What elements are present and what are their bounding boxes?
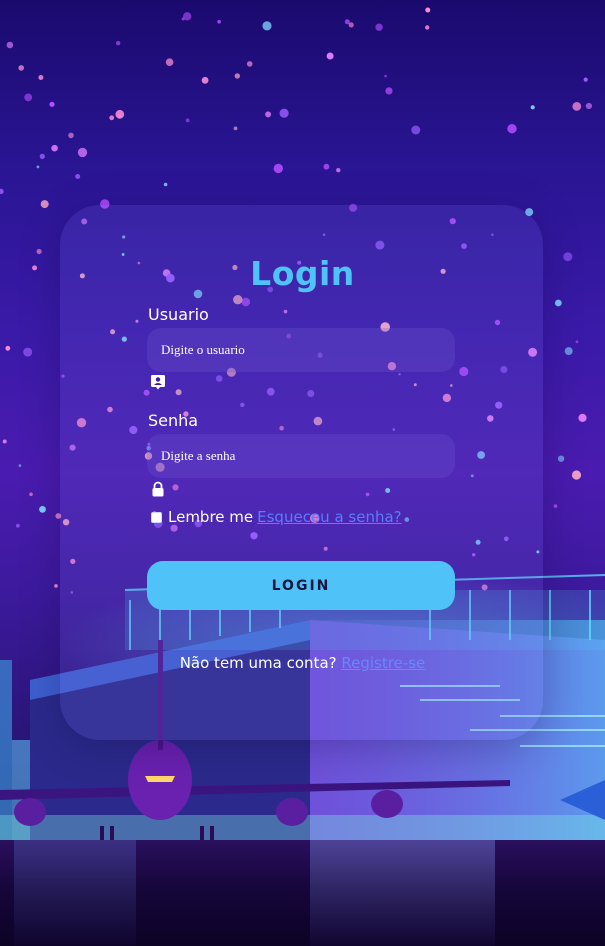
star — [185, 118, 190, 123]
star — [530, 105, 535, 110]
star — [77, 147, 88, 158]
star — [18, 464, 22, 467]
star — [23, 347, 33, 357]
star — [348, 22, 354, 28]
star — [425, 25, 430, 30]
star — [115, 109, 125, 119]
star — [262, 21, 272, 31]
remember-checkbox[interactable] — [151, 511, 162, 523]
star — [233, 126, 238, 131]
star — [2, 439, 7, 444]
register-row: Não tem uma conta? Registre-se — [0, 654, 605, 672]
star — [109, 115, 115, 121]
star — [572, 102, 582, 111]
star — [54, 584, 58, 588]
remember-row: Lembre me Esqueceu a senha? — [151, 508, 402, 526]
star — [217, 19, 221, 24]
star — [201, 76, 209, 84]
star — [507, 124, 517, 134]
star — [75, 174, 81, 179]
star — [564, 347, 573, 356]
star — [16, 523, 20, 528]
login-button[interactable]: LOGIN — [147, 561, 455, 610]
star — [6, 41, 14, 49]
star — [39, 506, 46, 513]
star — [246, 61, 253, 67]
star — [165, 58, 174, 66]
star — [557, 455, 565, 462]
star — [18, 65, 25, 71]
register-prompt: Não tem uma conta? — [179, 654, 337, 672]
star — [163, 182, 168, 187]
star — [29, 492, 33, 497]
star — [575, 340, 579, 344]
password-label: Senha — [148, 411, 199, 430]
star — [336, 168, 341, 173]
star — [326, 52, 334, 60]
star — [51, 144, 58, 152]
star — [24, 93, 33, 102]
star — [578, 413, 587, 422]
remember-label: Lembre me — [168, 508, 254, 526]
password-input[interactable] — [147, 434, 455, 478]
star — [553, 504, 558, 508]
star — [384, 74, 387, 78]
star — [5, 345, 11, 351]
lock-icon — [150, 481, 166, 497]
star — [273, 163, 283, 174]
username-label: Usuario — [148, 305, 209, 324]
page-title: Login — [250, 254, 355, 293]
user-badge-icon — [150, 374, 166, 390]
star — [411, 125, 421, 135]
star — [181, 17, 185, 21]
star — [38, 75, 44, 80]
star — [39, 153, 45, 159]
star — [234, 73, 240, 79]
star — [49, 101, 55, 107]
star — [571, 470, 582, 480]
star — [116, 41, 121, 46]
star — [279, 108, 289, 118]
star — [265, 111, 272, 118]
star — [385, 87, 393, 95]
star — [425, 7, 431, 13]
star — [40, 200, 49, 209]
star — [0, 188, 4, 195]
star — [583, 77, 588, 82]
register-link[interactable]: Registre-se — [341, 654, 425, 672]
star — [323, 163, 330, 170]
star — [554, 299, 562, 307]
star — [375, 23, 383, 31]
star — [68, 132, 74, 139]
star — [36, 165, 40, 169]
username-input[interactable] — [147, 328, 455, 372]
forgot-password-link[interactable]: Esqueceu a senha? — [257, 508, 401, 526]
star — [585, 102, 593, 110]
